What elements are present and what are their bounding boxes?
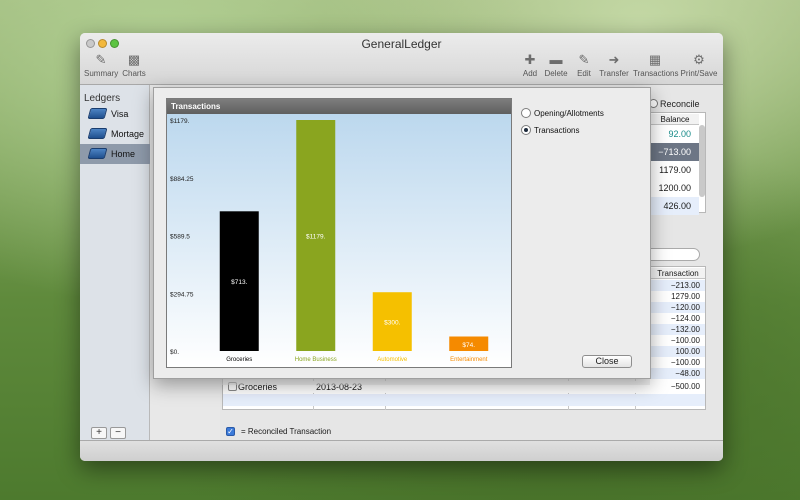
sidebar-item-home[interactable]: Home	[80, 144, 150, 164]
transaction-cell: 100.00	[651, 346, 705, 357]
sidebar: Ledgers Visa Mortage Home	[80, 85, 150, 440]
accounts-scrollbar[interactable]	[699, 125, 705, 197]
transactions-radio[interactable]	[521, 125, 531, 135]
chart-panel-title: Transactions	[167, 99, 511, 114]
transaction-cell: −213.00	[651, 280, 705, 291]
x-category-label: Automotive	[377, 357, 408, 363]
arrow-right-icon: ➜	[608, 52, 620, 67]
y-tick-label: $0.	[170, 349, 179, 356]
sidebar-item-label: Home	[111, 149, 136, 159]
transaction-cell: −100.00	[670, 358, 700, 367]
bar-chart: $1179. $884.25 $589.5 $294.75 $0. $713. Grocer…	[167, 114, 511, 367]
summary-button[interactable]: ✎ Summary	[84, 52, 119, 79]
x-category-label: Entertainment	[450, 357, 488, 363]
bar-value-label: $74.	[462, 342, 475, 349]
edit-label: Edit	[577, 69, 591, 78]
ledger-book-icon	[87, 148, 108, 159]
chart-sheet: Transactions $1179. $884.25 $589.5 $294.75 $…	[153, 87, 651, 379]
row-amount: −500.00	[670, 382, 700, 391]
close-button[interactable]: Close	[582, 355, 632, 368]
transfer-button[interactable]: ➜ Transfer	[598, 52, 630, 79]
transaction-cell: −48.00	[651, 368, 705, 379]
plus-icon: ✚	[524, 52, 536, 67]
transaction-cell: −132.00	[651, 324, 705, 335]
y-tick-label: $1179.	[170, 118, 190, 125]
gear-icon: ⚙	[693, 52, 705, 67]
add-button[interactable]: ✚ Add	[519, 52, 541, 79]
x-category-label: Groceries	[226, 357, 252, 363]
sidebar-item-label: Visa	[111, 109, 129, 119]
ledger-book-icon	[87, 128, 108, 139]
reconciled-legend-text: = Reconciled Transaction	[241, 427, 332, 436]
charts-button[interactable]: ▩ Charts	[120, 52, 148, 79]
delete-button[interactable]: ▬ Delete	[543, 52, 569, 79]
window-title: GeneralLedger	[361, 37, 442, 51]
table-row	[223, 394, 705, 406]
transaction-cell: −124.00	[670, 314, 700, 323]
y-tick-label: $884.25	[170, 176, 194, 183]
pencil-icon: ✎	[578, 52, 590, 67]
reconcile-label: Reconcile	[660, 99, 700, 109]
delete-label: Delete	[544, 69, 568, 78]
charts-icon: ▩	[127, 52, 141, 67]
transactions-label: Transactions	[633, 69, 679, 78]
transfer-label: Transfer	[599, 69, 629, 78]
balance-column-header: Balance	[651, 114, 699, 125]
print-save-label: Print/Save	[680, 69, 718, 78]
ledger-book-icon	[87, 108, 108, 119]
balance-cell: −713.00	[651, 143, 699, 161]
summary-label: Summary	[84, 69, 119, 78]
chart-panel: Transactions $1179. $884.25 $589.5 $294.75 $…	[166, 98, 512, 368]
sidebar-item-mortage[interactable]: Mortage	[80, 124, 150, 144]
balance-cell: 92.00	[668, 129, 691, 139]
transactions-option-label: Transactions	[534, 126, 580, 135]
bar-value-label: $713.	[231, 279, 247, 286]
transaction-cell: 1279.00	[671, 292, 700, 301]
opening-allotments-radio[interactable]	[521, 108, 531, 118]
remove-ledger-button[interactable]: −	[110, 427, 126, 439]
chart-background	[167, 114, 511, 367]
reconciled-legend-checkbox: ✓	[226, 427, 235, 436]
bar-value-label: $300.	[384, 320, 400, 327]
balance-cell: 1200.00	[658, 183, 691, 193]
balance-cell: 1179.00	[659, 165, 691, 175]
x-category-label: Home Business	[295, 357, 337, 363]
print-save-button[interactable]: ⚙ Print/Save	[679, 52, 719, 79]
charts-label: Charts	[122, 69, 146, 78]
calculator-icon: ▦	[648, 52, 662, 67]
opening-allotments-label: Opening/Allotments	[534, 109, 604, 118]
bar-value-label: $1179.	[306, 234, 326, 241]
transactions-button[interactable]: ▦ Transactions	[633, 52, 679, 79]
add-label: Add	[522, 69, 538, 78]
edit-button[interactable]: ✎ Edit	[573, 52, 595, 79]
sidebar-item-visa[interactable]: Visa	[80, 104, 150, 124]
sidebar-heading: Ledgers	[84, 93, 121, 104]
add-ledger-button[interactable]: +	[91, 427, 107, 439]
y-tick-label: $589.5	[170, 234, 190, 241]
minus-icon: ▬	[549, 52, 563, 67]
balance-cell: 426.00	[651, 197, 699, 215]
transaction-column-header: Transaction	[651, 268, 705, 279]
title-bar: GeneralLedger ✎ Summary ▩ Charts ✚ Add ▬…	[80, 33, 723, 85]
status-bar	[80, 440, 723, 461]
y-tick-label: $294.75	[170, 291, 194, 298]
transaction-cell: −120.00	[651, 302, 705, 313]
summary-icon: ✎	[95, 52, 107, 67]
transaction-cell: −100.00	[670, 336, 700, 345]
sidebar-item-label: Mortage	[111, 129, 145, 139]
